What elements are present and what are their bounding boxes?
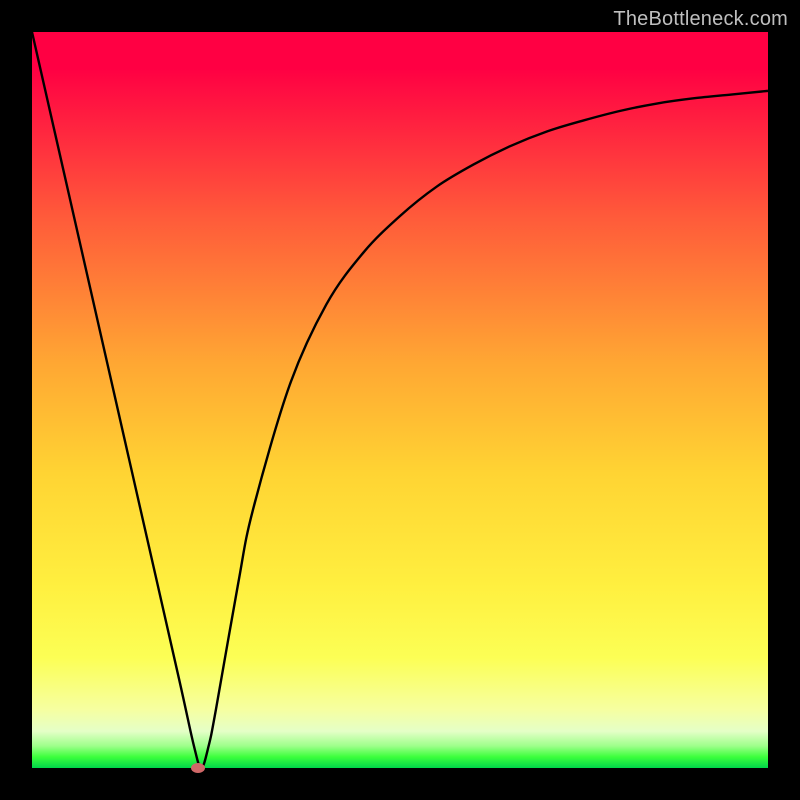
min-marker [191, 763, 205, 773]
plot-area [32, 32, 768, 768]
chart-frame: TheBottleneck.com [0, 0, 800, 800]
watermark-text: TheBottleneck.com [613, 8, 788, 31]
